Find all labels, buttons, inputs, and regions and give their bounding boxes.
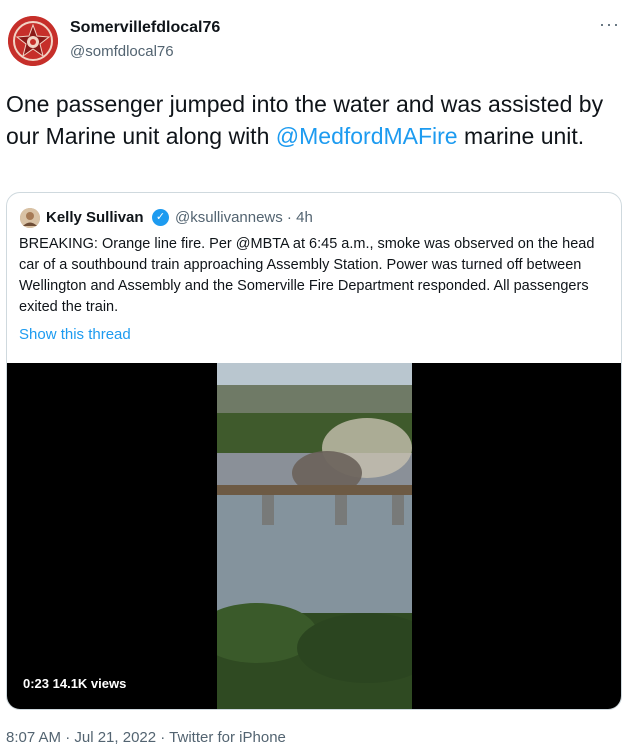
mention-link[interactable]: @MedfordMAFire	[276, 123, 458, 149]
user-handle[interactable]: @somfdlocal76	[70, 43, 174, 60]
show-thread-link[interactable]: Show this thread	[19, 326, 131, 343]
display-name[interactable]: Somervillefdlocal76	[70, 19, 220, 37]
person-avatar-icon	[20, 208, 40, 228]
tweet-timestamp[interactable]: 8:07 AM · Jul 21, 2022 · Twitter for iPh…	[6, 729, 286, 746]
verified-badge-icon: ✓	[152, 209, 169, 226]
quoted-tweet[interactable]: Kelly Sullivan ✓ @ksullivannews · 4h BRE…	[6, 192, 622, 710]
tweet-text-after: marine unit.	[457, 123, 585, 149]
quoted-avatar[interactable]	[20, 208, 40, 228]
avatar[interactable]	[8, 16, 58, 66]
video-player[interactable]: 0:23 14.1K views	[7, 363, 621, 709]
quoted-display-name[interactable]: Kelly Sullivan	[46, 209, 144, 226]
quoted-text: BREAKING: Orange line fire. Per @MBTA at…	[19, 236, 595, 315]
quoted-handle-time[interactable]: @ksullivannews · 4h	[175, 209, 313, 226]
video-thumbnail-image	[217, 363, 412, 709]
fire-department-badge-icon	[8, 16, 58, 66]
tweet-text: One passenger jumped into the water and …	[6, 88, 626, 152]
video-stats: 0:23 14.1K views	[23, 676, 127, 691]
more-options-icon[interactable]: ···	[599, 14, 620, 35]
video-frame[interactable]	[217, 363, 412, 709]
